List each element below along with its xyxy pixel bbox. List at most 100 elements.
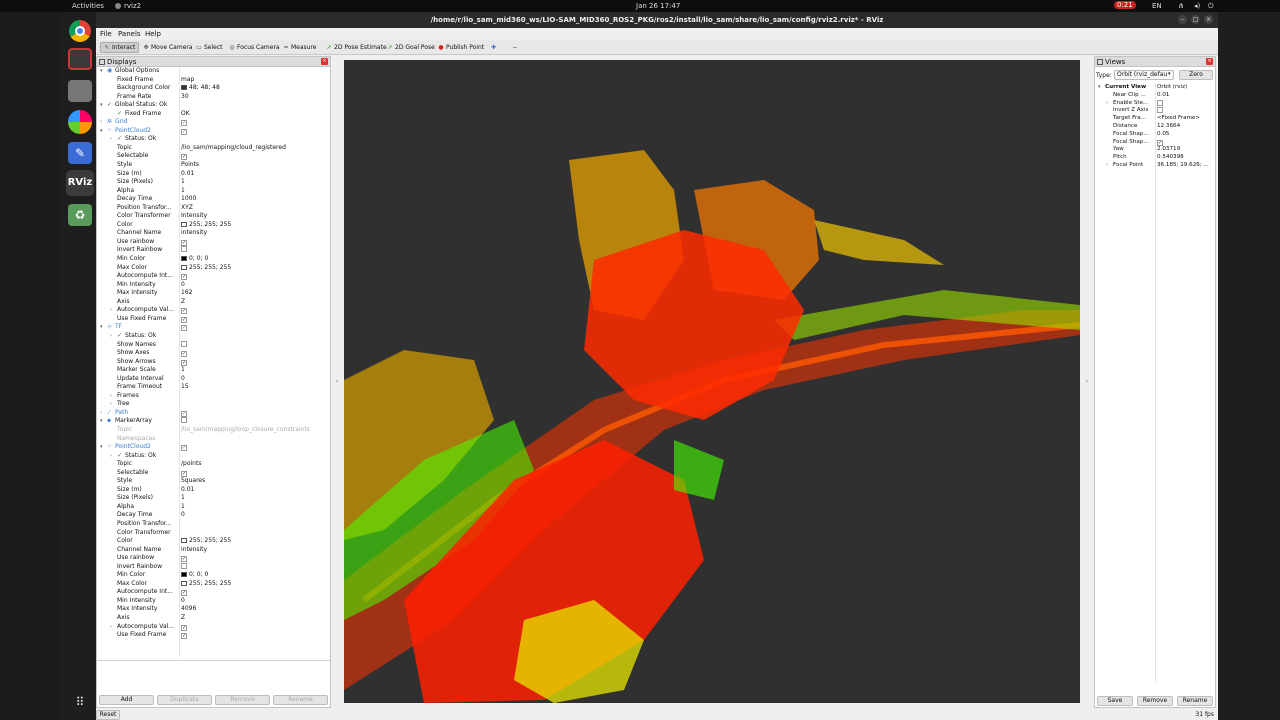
maximize-icon[interactable]: □: [1191, 15, 1200, 24]
reset-button[interactable]: Reset: [96, 710, 120, 720]
expand-right-icon[interactable]: ›: [110, 135, 112, 144]
zero-button[interactable]: Zero: [1179, 70, 1213, 80]
property-value[interactable]: ✓: [181, 323, 187, 332]
checked-checkbox[interactable]: ✓: [181, 445, 187, 452]
right-splitter-handle[interactable]: ›: [1084, 60, 1090, 703]
unchecked-checkbox[interactable]: [181, 417, 187, 424]
property-value[interactable]: Z: [181, 614, 185, 623]
property-value[interactable]: 1000: [181, 195, 196, 204]
property-row[interactable]: › ✓ Status: Ok: [97, 332, 330, 341]
expand-down-icon[interactable]: ▾: [100, 127, 103, 136]
checked-checkbox[interactable]: ✓: [181, 239, 187, 246]
property-row[interactable]: Invert Rainbow: [97, 246, 330, 255]
checked-checkbox[interactable]: ✓: [181, 359, 187, 366]
property-row[interactable]: Focal Shap... 0.05: [1095, 131, 1215, 139]
property-row[interactable]: ▾ ⬥ MarkerArray: [97, 417, 330, 426]
property-row[interactable]: Use Fixed Frame ✓: [97, 315, 330, 324]
property-row[interactable]: › Focal Point 36.185; 19.626; ...: [1095, 162, 1215, 170]
checked-checkbox[interactable]: ✓: [1157, 139, 1163, 146]
trash-icon[interactable]: ♻: [68, 204, 92, 226]
color-swatch[interactable]: [181, 538, 187, 544]
unchecked-checkbox[interactable]: [1157, 107, 1163, 114]
rename-button[interactable]: Rename: [273, 695, 328, 705]
3d-viewport[interactable]: [344, 60, 1080, 703]
property-value[interactable]: ✓: [181, 315, 187, 324]
property-value[interactable]: ✓: [181, 127, 187, 136]
property-value[interactable]: /points: [181, 460, 201, 469]
property-row[interactable]: › Autocompute Val... ✓: [97, 306, 330, 315]
property-value[interactable]: 0; 0; 0: [181, 255, 208, 264]
checked-checkbox[interactable]: ✓: [181, 274, 187, 281]
window-titlebar[interactable]: /home/r/lio_sam_mid360_ws/LIO-SAM_MID360…: [96, 12, 1218, 28]
property-value[interactable]: Points: [181, 161, 199, 170]
tool-measure[interactable]: ━ Measure: [280, 42, 320, 53]
expand-right-icon[interactable]: ›: [110, 452, 112, 461]
property-value[interactable]: 0.01: [181, 486, 194, 495]
property-value[interactable]: ✓: [181, 358, 187, 367]
property-value[interactable]: 1: [181, 187, 185, 196]
property-row[interactable]: Pitch 0.540398: [1095, 154, 1215, 162]
menu-panels[interactable]: Panels: [118, 30, 141, 38]
property-value[interactable]: ✓: [1157, 139, 1163, 147]
property-value[interactable]: 4096: [181, 605, 196, 614]
property-value[interactable]: ✓: [181, 631, 187, 640]
property-value[interactable]: 48; 48; 48: [181, 84, 220, 93]
expand-right-icon[interactable]: ›: [110, 392, 112, 401]
property-row[interactable]: Topic/lio_sam/mapping/loop_closure_const…: [97, 426, 330, 435]
property-row[interactable]: Axis Z: [97, 614, 330, 623]
tool-publish-point[interactable]: ● Publish Point: [435, 42, 487, 53]
property-row[interactable]: Background Color 48; 48; 48: [97, 84, 330, 93]
property-row[interactable]: Channel Name intensity: [97, 546, 330, 555]
minimize-icon[interactable]: –: [1178, 15, 1187, 24]
color-swatch[interactable]: [181, 580, 187, 586]
property-row[interactable]: › ✓ Status: Ok: [97, 452, 330, 461]
property-row[interactable]: Color 255; 255; 255: [97, 537, 330, 546]
property-value[interactable]: 255; 255; 255: [181, 537, 231, 546]
property-value[interactable]: [181, 246, 187, 255]
power-icon[interactable]: ⏻: [1208, 2, 1214, 11]
color-swatch[interactable]: [181, 264, 187, 270]
property-row[interactable]: Channel Name intensity: [97, 229, 330, 238]
property-value[interactable]: 1: [181, 178, 185, 187]
expand-right-icon[interactable]: ›: [1106, 162, 1108, 170]
property-row[interactable]: Min Color 0; 0; 0: [97, 255, 330, 264]
property-row[interactable]: Position Transfor...: [97, 520, 330, 529]
property-value[interactable]: 0.01: [181, 170, 194, 179]
property-row[interactable]: Decay Time 1000: [97, 195, 330, 204]
checked-checkbox[interactable]: ✓: [181, 556, 187, 563]
property-value[interactable]: 12.3664: [1157, 123, 1180, 131]
text-editor-icon[interactable]: ✎: [68, 142, 92, 164]
property-row[interactable]: Style Points: [97, 161, 330, 170]
property-value[interactable]: ✓: [181, 443, 187, 452]
property-row[interactable]: Use rainbow ✓: [97, 238, 330, 247]
expand-right-icon[interactable]: ›: [110, 332, 112, 341]
remove-view-button[interactable]: Remove: [1137, 696, 1173, 706]
checked-checkbox[interactable]: ✓: [181, 308, 187, 315]
add-tool-icon[interactable]: ✚: [488, 42, 499, 53]
recording-indicator[interactable]: 0:21: [1114, 1, 1136, 9]
property-value[interactable]: 0; 0; 0: [181, 571, 208, 580]
checked-checkbox[interactable]: ✓: [181, 120, 187, 127]
property-row[interactable]: Selectable ✓: [97, 152, 330, 161]
property-value[interactable]: 15: [181, 383, 189, 392]
property-row[interactable]: Fixed Frame map: [97, 76, 330, 85]
property-value[interactable]: 2.03719: [1157, 146, 1180, 154]
tool-2d-pose-estimate[interactable]: ➚ 2D Pose Estimate: [323, 42, 390, 53]
property-row[interactable]: Topic/lio_sam/mapping/cloud_registered: [97, 144, 330, 153]
language-indicator[interactable]: EN: [1152, 2, 1162, 10]
checked-checkbox[interactable]: ✓: [181, 351, 187, 358]
unchecked-checkbox[interactable]: [181, 562, 187, 569]
property-row[interactable]: Namespaces: [97, 435, 330, 444]
property-value[interactable]: ✓: [181, 306, 187, 315]
property-value[interactable]: Orbit (rviz): [1157, 84, 1187, 92]
property-value[interactable]: 255; 255; 255: [181, 221, 231, 230]
property-row[interactable]: Yaw 2.03719: [1095, 146, 1215, 154]
remove-button[interactable]: Remove: [215, 695, 270, 705]
expand-right-icon[interactable]: ›: [110, 623, 112, 632]
property-row[interactable]: Min Intensity 0: [97, 281, 330, 290]
property-row[interactable]: Selectable ✓: [97, 469, 330, 478]
left-splitter-handle[interactable]: ‹: [334, 60, 340, 703]
property-value[interactable]: 0: [181, 375, 185, 384]
property-value[interactable]: 36.185; 19.626; ...: [1157, 162, 1209, 170]
property-row[interactable]: Show Names: [97, 340, 330, 350]
